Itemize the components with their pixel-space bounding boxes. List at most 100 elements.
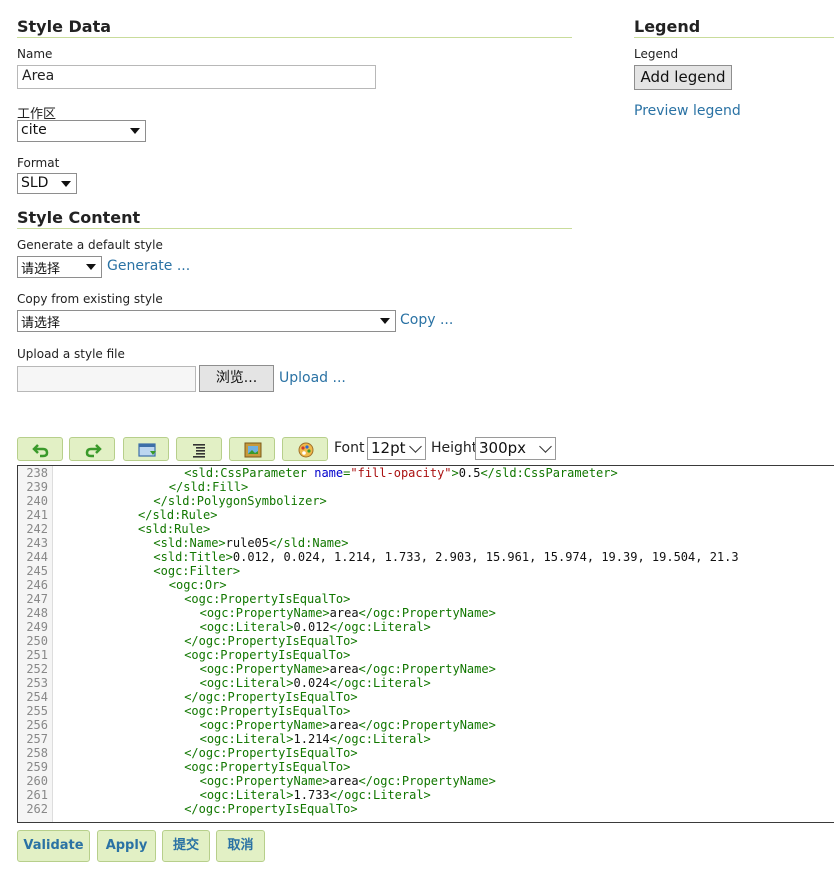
chevron-down-icon	[86, 264, 96, 270]
line-number: 260	[26, 774, 48, 788]
code-token: </ogc:PropertyName>	[358, 718, 496, 732]
line-content: <ogc:PropertyName>area</ogc:PropertyName…	[200, 662, 496, 676]
line-content: <ogc:Filter>	[153, 564, 240, 578]
preview-legend-link[interactable]: Preview legend	[634, 103, 741, 119]
line-content: <ogc:PropertyIsEqualTo>	[184, 760, 350, 774]
code-token: </ogc:PropertyIsEqualTo>	[184, 802, 358, 816]
code-token: <ogc:Filter>	[153, 564, 241, 578]
workspace-select-value: cite	[21, 122, 47, 138]
code-token: <ogc:PropertyIsEqualTo>	[184, 704, 351, 718]
generate-link[interactable]: Generate ...	[107, 258, 190, 274]
legend-label: Legend	[634, 47, 679, 61]
editor-height-select[interactable]: 300px	[475, 437, 556, 460]
code-token: name	[314, 466, 344, 480]
color-picker-icon	[298, 442, 314, 458]
code-token: <ogc:PropertyName>	[199, 774, 330, 788]
line-number: 245	[26, 564, 48, 578]
line-number: 244	[26, 550, 48, 564]
chevron-down-icon	[539, 440, 552, 453]
code-editor[interactable]: 238 <sld:CssParameter name="fill-opacity"…	[17, 465, 834, 823]
font-size-select[interactable]: 12pt	[367, 437, 426, 460]
copy-label: Copy from existing style	[17, 292, 163, 306]
submit-button[interactable]: 提交	[162, 830, 210, 862]
editor-height-value: 300px	[479, 439, 527, 457]
undo-button[interactable]	[17, 437, 63, 461]
apply-button[interactable]: Apply	[97, 830, 156, 862]
browse-button[interactable]: 浏览...	[199, 365, 274, 392]
code-token: </ogc:PropertyName>	[358, 606, 496, 620]
line-number: 258	[26, 746, 48, 760]
code-token: <ogc:Literal>	[199, 732, 294, 746]
line-content: </ogc:PropertyIsEqualTo>	[184, 634, 357, 648]
code-token: area	[329, 606, 359, 620]
line-number: 262	[26, 802, 48, 816]
code-token: >	[451, 466, 459, 480]
legend-heading: Legend	[634, 17, 834, 38]
code-token: </ogc:Literal>	[329, 788, 431, 802]
code-token: </ogc:PropertyName>	[358, 774, 496, 788]
code-token: <ogc:PropertyIsEqualTo>	[184, 592, 351, 606]
copy-style-select[interactable]: 请选择	[17, 310, 396, 332]
line-number: 248	[26, 606, 48, 620]
line-content: <ogc:PropertyName>area</ogc:PropertyName…	[200, 774, 496, 788]
name-input[interactable]: Area	[17, 65, 376, 89]
name-label: Name	[17, 47, 53, 61]
code-token: </ogc:PropertyName>	[358, 662, 496, 676]
validate-button[interactable]: Validate	[17, 830, 90, 862]
code-token: area	[329, 718, 359, 732]
reformat-button[interactable]	[176, 437, 222, 461]
code-token: </ogc:Literal>	[329, 620, 431, 634]
generate-label: Generate a default style	[17, 238, 163, 252]
code-token: 1.214	[293, 732, 330, 746]
format-select[interactable]: SLD	[17, 173, 77, 194]
code-token: <ogc:Or>	[168, 578, 227, 592]
copy-link[interactable]: Copy ...	[400, 312, 453, 328]
code-token: <sld:Rule>	[138, 522, 211, 536]
line-content: <sld:Name>rule05</sld:Name>	[153, 536, 348, 550]
line-content: <ogc:Literal>0.012</ogc:Literal>	[200, 620, 431, 634]
line-number: 241	[26, 508, 48, 522]
line-number: 254	[26, 690, 48, 704]
line-content: <ogc:PropertyIsEqualTo>	[184, 704, 350, 718]
workspace-select[interactable]: cite	[17, 120, 146, 142]
code-token: </sld:PolygonSymbolizer>	[153, 494, 327, 508]
chevron-down-icon	[380, 318, 390, 324]
cancel-button[interactable]: 取消	[216, 830, 265, 862]
line-content: <ogc:Literal>0.024</ogc:Literal>	[200, 676, 431, 690]
font-label: Font	[334, 440, 365, 456]
code-token: </sld:Rule>	[138, 508, 218, 522]
go-to-line-button[interactable]	[123, 437, 169, 461]
line-content: <ogc:PropertyName>area</ogc:PropertyName…	[200, 606, 496, 620]
code-token: <ogc:PropertyIsEqualTo>	[184, 648, 351, 662]
line-number: 251	[26, 648, 48, 662]
code-token: </sld:Fill>	[168, 480, 249, 494]
code-token: 0.012, 0.024, 1.214, 1.733, 2.903, 15.96…	[232, 550, 739, 564]
undo-icon	[32, 444, 49, 458]
code-token: <ogc:PropertyName>	[199, 606, 330, 620]
redo-icon	[85, 444, 102, 458]
line-number: 246	[26, 578, 48, 592]
line-number: 239	[26, 480, 48, 494]
line-content: </ogc:PropertyIsEqualTo>	[184, 746, 357, 760]
line-number: 261	[26, 788, 48, 802]
generate-select-value: 请选择	[21, 262, 61, 277]
chevron-down-icon	[61, 180, 71, 187]
code-token: </ogc:PropertyIsEqualTo>	[184, 746, 358, 760]
upload-file-input[interactable]	[17, 366, 196, 392]
line-number: 243	[26, 536, 48, 550]
reformat-icon	[193, 444, 205, 458]
line-number: 240	[26, 494, 48, 508]
add-legend-button[interactable]: Add legend	[634, 65, 732, 90]
line-number: 255	[26, 704, 48, 718]
code-token: "fill-opacity"	[350, 466, 452, 480]
line-content: <ogc:Literal>1.733</ogc:Literal>	[200, 788, 431, 802]
generate-style-select[interactable]: 请选择	[17, 256, 102, 278]
line-number: 249	[26, 620, 48, 634]
code-token: </ogc:Literal>	[329, 676, 431, 690]
insert-image-button[interactable]	[229, 437, 275, 461]
color-picker-button[interactable]	[282, 437, 328, 461]
code-token: 1.733	[293, 788, 330, 802]
redo-button[interactable]	[69, 437, 115, 461]
line-content: <ogc:Literal>1.214</ogc:Literal>	[200, 732, 431, 746]
upload-link[interactable]: Upload ...	[279, 370, 346, 386]
